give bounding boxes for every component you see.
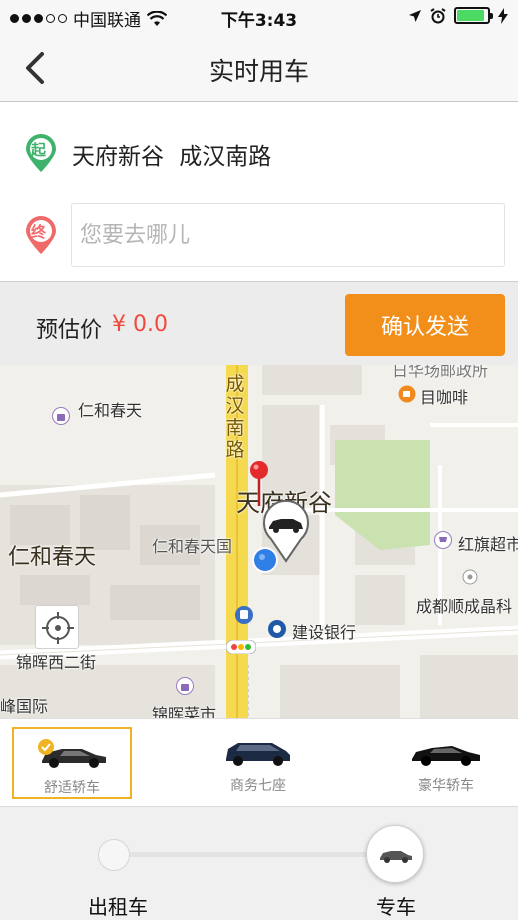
car-label-business: 商务七座 — [230, 778, 286, 794]
car-option-luxury[interactable]: 豪华轿车 — [386, 727, 506, 799]
origin-pin-label: 起 — [31, 141, 47, 159]
nav-bar: 实时用车 — [0, 34, 518, 102]
page-title: 实时用车 — [208, 57, 309, 86]
bank-icon — [268, 620, 286, 638]
map-label-jinhui-west: 锦晖西二街 — [16, 653, 97, 672]
status-bar: 中国联通 下午3:43 — [0, 0, 518, 34]
map-label-top-cut: 日华场邮政所 — [392, 365, 489, 380]
service-label-taxi[interactable]: 出租车 — [88, 891, 148, 920]
crosshair-icon — [42, 612, 74, 644]
estimated-price-value: ¥ 0.0 — [112, 312, 168, 337]
estimated-price-label: 预估价 — [36, 318, 103, 343]
address-panel: 起 天府新谷 成汉南路 终 — [0, 103, 518, 281]
map-label-hongqi: 红旗超市 — [458, 535, 518, 554]
map-label-renhe-small: 仁和春天 — [78, 401, 143, 420]
traffic-light-icon — [226, 640, 256, 654]
taxi-slider-stop[interactable] — [98, 839, 130, 871]
charging-icon — [498, 7, 508, 24]
origin-address[interactable]: 天府新谷 成汉南路 — [72, 137, 271, 171]
service-label-premium[interactable]: 专车 — [376, 891, 416, 920]
alarm-icon — [430, 7, 446, 23]
location-arrow-icon — [409, 9, 421, 22]
destination-input[interactable] — [71, 203, 505, 267]
car-option-comfort[interactable]: 舒适轿车 — [12, 727, 132, 799]
current-location-dot-icon — [252, 547, 278, 573]
status-right — [408, 7, 508, 24]
battery-level — [457, 10, 484, 21]
map-label-renhe-big: 仁和春天 — [8, 545, 97, 570]
map-label-jinhui-market: 锦晖菜市 — [152, 705, 217, 718]
mpv-car-icon — [226, 743, 290, 766]
map-label-feng-intl: 峰国际 — [0, 697, 49, 716]
confirm-send-button[interactable]: 确认发送 — [345, 294, 505, 356]
check-badge-icon — [38, 739, 54, 755]
coffee-icon — [398, 385, 416, 403]
premium-car-slider-knob[interactable] — [366, 825, 424, 883]
map-label-ccb: 建设银行 — [292, 623, 357, 642]
poi-dot-icon — [462, 569, 478, 585]
map-label-coffee: 目咖啡 — [420, 388, 469, 407]
battery-icon — [454, 7, 493, 24]
slider-track[interactable] — [114, 852, 396, 857]
destination-pin-label: 终 — [31, 223, 47, 241]
luxury-car-icon — [412, 746, 480, 766]
car-label-luxury: 豪华轿车 — [418, 778, 474, 794]
service-type-slider: 出租车 专车 — [0, 806, 518, 920]
car-label-comfort: 舒适轿车 — [44, 780, 100, 796]
car-type-selector: 舒适轿车 商务七座 豪华轿车 — [0, 718, 518, 806]
car-icon — [380, 851, 412, 863]
map-label-renhe-tianguo: 仁和春天国 — [152, 537, 233, 556]
supermarket-icon — [434, 531, 452, 549]
car-option-business[interactable]: 商务七座 — [198, 727, 318, 799]
shopping-bag-icon — [52, 407, 70, 425]
market-icon — [176, 677, 194, 695]
bus-stop-icon — [235, 606, 253, 624]
map-view[interactable]: 仁和春天 仁和春天 仁和春天国 成汉南路 天府新谷 日华场邮政所 目咖啡 红旗超… — [0, 365, 518, 718]
locate-me-button[interactable] — [35, 605, 79, 649]
price-bar: 预估价 ¥ 0.0 确认发送 — [0, 281, 518, 365]
map-label-shuncheng: 成都顺成晶科 — [416, 597, 513, 616]
map-label-chenghan-road: 成汉南路 — [225, 373, 245, 461]
